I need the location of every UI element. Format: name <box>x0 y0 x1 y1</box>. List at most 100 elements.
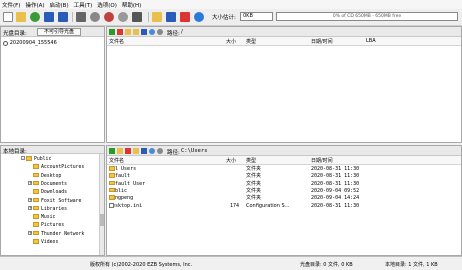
tree-item[interactable]: Pictures <box>28 222 64 229</box>
column-size[interactable]: 大小 <box>226 38 236 45</box>
refresh-icon[interactable] <box>30 12 40 22</box>
menu-tools[interactable]: 工具(T) <box>74 1 93 9</box>
column-datetime[interactable]: 日期/时间 <box>311 38 333 45</box>
folder-icon <box>33 180 39 186</box>
file-row[interactable]: desktop.ini 174 Configuration S... 2020-08-… <box>107 202 461 210</box>
tree-item[interactable]: AccountPictures <box>28 164 84 171</box>
help-icon[interactable] <box>194 12 204 22</box>
folder-icon <box>33 172 39 178</box>
tree-item-label: AccountPictures <box>41 165 85 171</box>
new-folder-icon[interactable] <box>125 29 131 35</box>
view-icon[interactable] <box>149 29 155 35</box>
expand-icon[interactable]: + <box>28 181 32 186</box>
file-row[interactable]: Default User 文件夹 2020-08-31 11:30 <box>107 180 461 188</box>
compress-icon[interactable] <box>152 12 162 22</box>
tree-item[interactable]: + Documents <box>28 180 67 188</box>
local-path-value[interactable]: C:\Users <box>181 148 208 154</box>
disc-file-toolbar: 路径: / <box>107 27 461 37</box>
folder-icon <box>33 189 39 194</box>
tree-item[interactable]: Videos <box>28 239 58 246</box>
view-icon[interactable] <box>141 148 147 154</box>
refresh-icon[interactable] <box>149 148 155 154</box>
delete-icon[interactable] <box>125 148 131 154</box>
boot-type-button[interactable]: 不可引导光盘 <box>37 28 81 36</box>
up-folder-icon[interactable] <box>141 29 147 35</box>
local-tree-header: 本地目录: <box>1 146 104 155</box>
disc-path-label: 路径: <box>167 31 180 37</box>
properties-icon[interactable] <box>76 12 86 22</box>
disc-path-value[interactable]: / <box>181 29 183 35</box>
menu-file[interactable]: 文件(F) <box>2 1 20 9</box>
file-row[interactable]: All Users 文件夹 2020-08-31 11:30 <box>107 166 461 173</box>
virtual-drive-icon[interactable] <box>132 12 142 22</box>
folder-icon <box>33 222 39 227</box>
expand-icon[interactable]: + <box>28 206 32 211</box>
new-icon[interactable] <box>3 12 13 22</box>
disc-directory-label: 光盘目录: <box>3 31 27 37</box>
collapse-icon[interactable]: - <box>21 156 25 161</box>
local-stats: 本地目录: 1 文件, 1 KB <box>385 262 438 268</box>
column-size[interactable]: 大小 <box>226 157 236 164</box>
menu-action[interactable]: 操作(A) <box>25 1 44 9</box>
disc-stats: 光盘目录: 0 文件, 0 KB <box>300 262 353 268</box>
folder-icon <box>109 187 115 193</box>
tree-item[interactable]: Music <box>28 214 55 221</box>
column-lba[interactable]: LBA <box>366 38 376 44</box>
tree-item[interactable]: Desktop <box>28 172 61 180</box>
file-type: 文件夹 <box>246 173 262 180</box>
add-to-disc-icon[interactable] <box>109 148 115 154</box>
copyright-text: 版权所有 (c)2002-2020 EZB Systems, Inc. <box>90 262 193 268</box>
up-folder-icon[interactable] <box>133 148 139 154</box>
scrollbar-thumb[interactable] <box>100 214 104 226</box>
column-filename[interactable]: 文件名 <box>109 38 124 45</box>
local-path-label: 路径: <box>167 150 180 156</box>
burn-icon[interactable] <box>104 12 114 22</box>
column-filename[interactable]: 文件名 <box>109 157 124 164</box>
delete-icon[interactable] <box>117 29 123 35</box>
disc-file-panel: 路径: / 文件名 大小 类型 日期/时间 LBA <box>106 26 462 143</box>
new-folder-icon[interactable] <box>117 148 123 154</box>
add-file-icon[interactable] <box>109 29 115 35</box>
verify-icon[interactable] <box>166 12 176 22</box>
tree-item[interactable]: - Public <box>21 156 51 163</box>
file-row[interactable]: Default 文件夹 2020-08-31 11:30 <box>107 173 461 180</box>
menu-help[interactable]: 帮助(H) <box>122 1 141 9</box>
file-row[interactable]: Public 文件夹 2020-09-04 09:52 <box>107 187 461 195</box>
disc-tree-panel: 光盘目录: 不可引导光盘 20200904_155546 <box>0 26 105 143</box>
tree-scrollbar[interactable] <box>99 154 104 255</box>
tree-item[interactable]: + Foxit Software <box>28 197 81 205</box>
column-type[interactable]: 类型 <box>246 38 256 45</box>
column-type[interactable]: 类型 <box>246 157 256 164</box>
tree-item[interactable]: + Thunder Network <box>28 230 84 238</box>
expand-icon[interactable]: + <box>28 197 32 202</box>
folder-icon <box>109 180 115 186</box>
browse-icon[interactable] <box>157 148 163 154</box>
local-file-toolbar: 路径: C:\Users <box>107 146 461 156</box>
status-bar: 版权所有 (c)2002-2020 EZB Systems, Inc. 光盘目录… <box>0 256 462 270</box>
file-type: 文件夹 <box>246 180 262 187</box>
extract-icon[interactable] <box>133 29 139 35</box>
size-estimate-value: 0KB <box>240 12 273 21</box>
disc-tree-header: 光盘目录: 不可引导光盘 <box>1 27 104 37</box>
tree-item-label: Music <box>41 214 56 220</box>
column-datetime[interactable]: 日期/时间 <box>311 157 333 164</box>
disc-root-label[interactable]: 20200904_155546 <box>10 40 57 46</box>
expand-icon[interactable]: + <box>28 230 32 235</box>
tree-item[interactable]: Downloads <box>28 189 67 196</box>
save-as-icon[interactable] <box>58 12 68 22</box>
menu-options[interactable]: 选项(O) <box>97 1 117 9</box>
refresh-icon[interactable] <box>157 29 163 35</box>
menu-boot[interactable]: 启动(B) <box>50 1 69 9</box>
file-row[interactable]: wangpeng 文件夹 2020-09-04 14:24 <box>107 195 461 202</box>
folder-icon <box>109 166 115 171</box>
mount-icon[interactable] <box>118 12 128 22</box>
tree-item-label: Videos <box>41 239 59 245</box>
tree-item[interactable]: + Libraries <box>28 205 67 213</box>
local-file-panel: 路径: C:\Users 文件名 大小 类型 日期/时间 All Users 文件… <box>106 145 462 256</box>
file-date: 2020-08-31 11:30 <box>311 166 360 172</box>
open-icon[interactable] <box>16 12 26 22</box>
settings-icon[interactable] <box>180 12 190 22</box>
local-file-columns: 文件名 大小 类型 日期/时间 <box>107 156 461 165</box>
save-icon[interactable] <box>44 12 54 22</box>
disc-icon[interactable] <box>90 12 100 22</box>
